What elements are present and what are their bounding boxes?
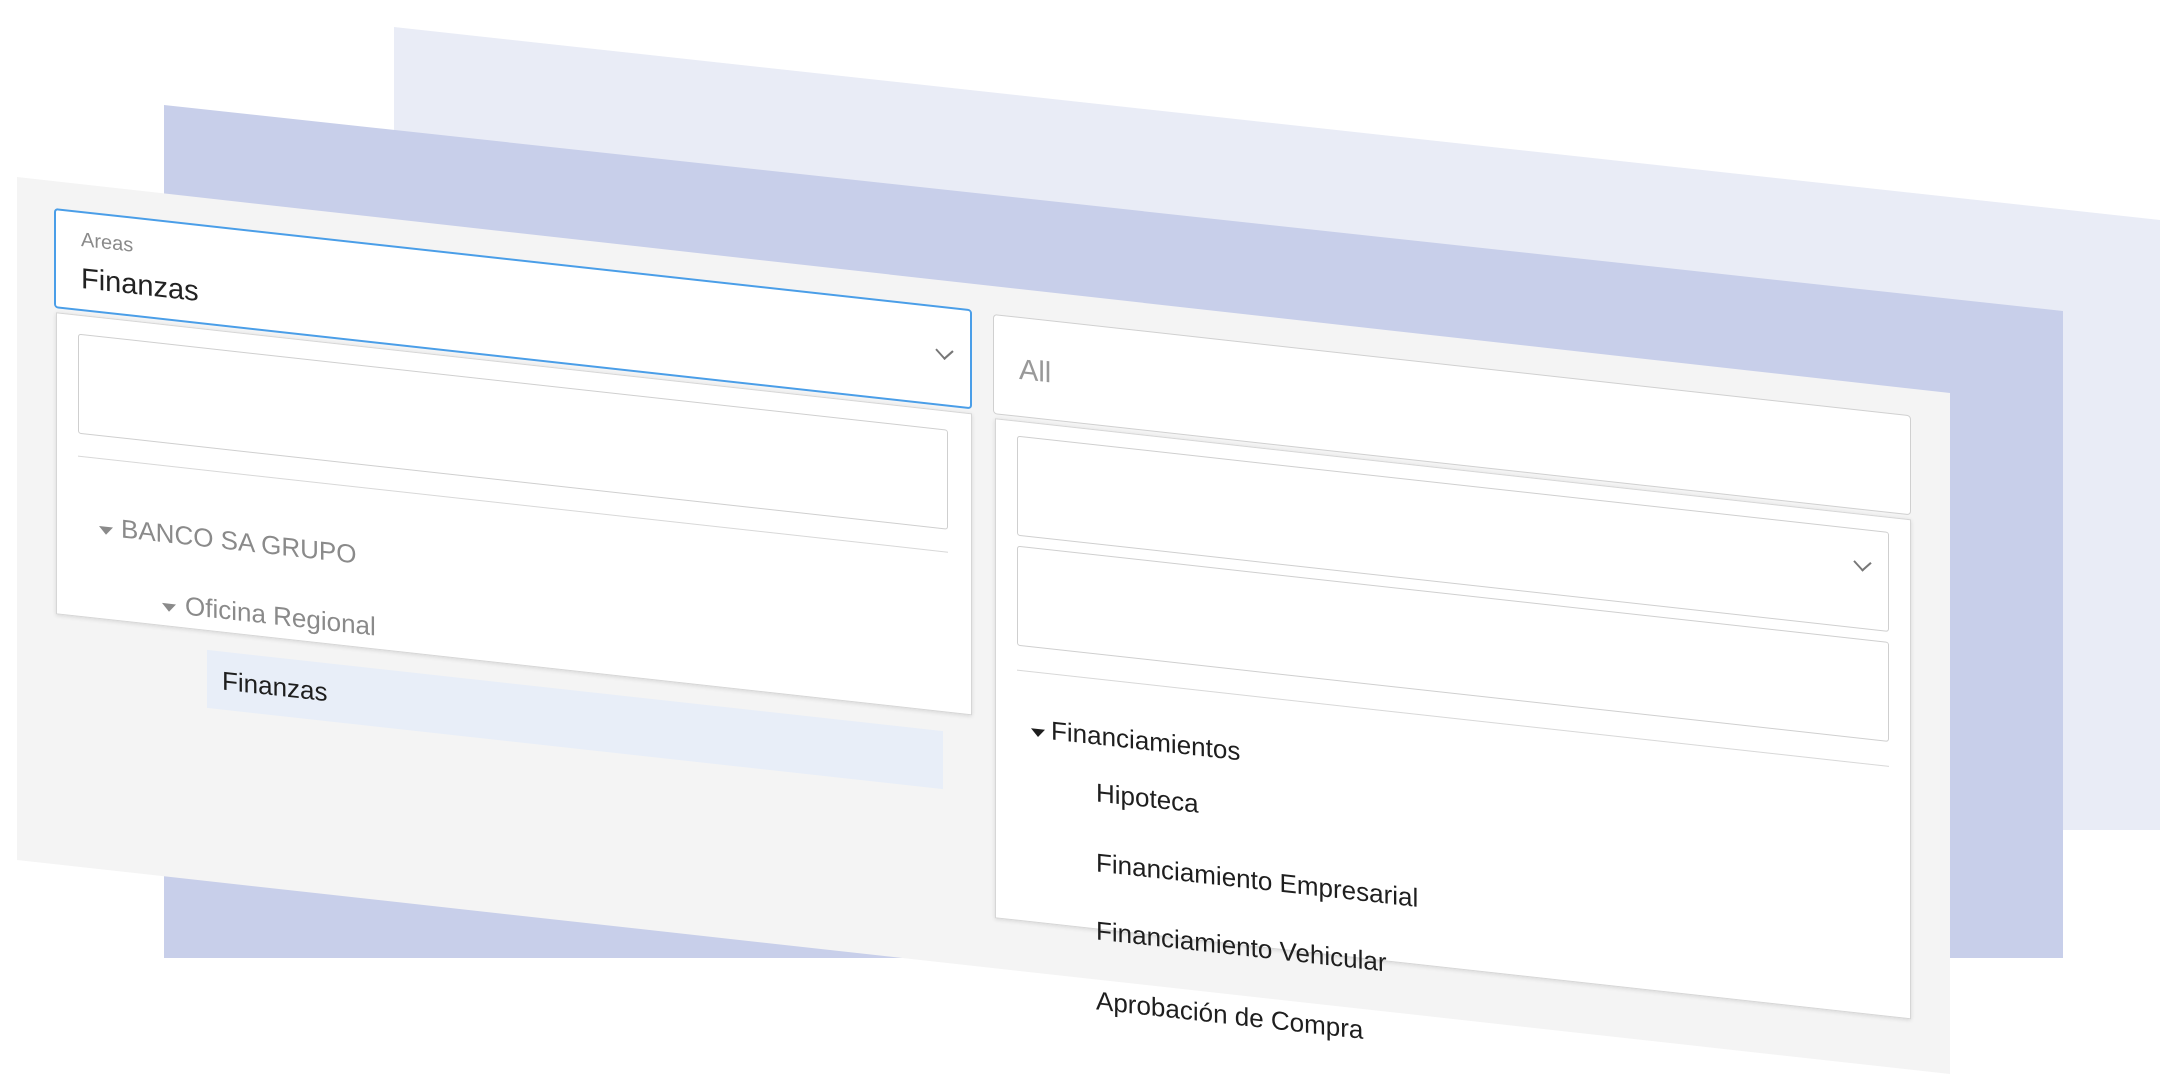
tree-node-selected[interactable] bbox=[207, 649, 943, 790]
list-item[interactable]: Financiamiento Empresarial bbox=[1096, 847, 1418, 914]
tree-node-child[interactable]: Oficina Regional bbox=[185, 590, 376, 642]
scene: Areas Finanzas BANCO SA GRUPO Oficina Re… bbox=[0, 0, 2160, 1074]
tree-node-group[interactable]: Financiamientos bbox=[1051, 715, 1240, 767]
areas-value: Finanzas bbox=[81, 262, 199, 308]
list-item[interactable]: Hipoteca bbox=[1096, 777, 1199, 819]
chevron-down-icon[interactable] bbox=[1853, 553, 1872, 572]
caret-down-icon[interactable] bbox=[1031, 728, 1045, 738]
caret-down-icon[interactable] bbox=[99, 525, 113, 536]
type-value: All bbox=[1019, 353, 1052, 390]
caret-down-icon[interactable] bbox=[162, 602, 176, 613]
areas-column: Areas Finanzas BANCO SA GRUPO Oficina Re… bbox=[54, 208, 974, 930]
type-dropdown-panel: Financiamientos Hipoteca Financiamiento … bbox=[995, 418, 1911, 1045]
tree-node-root[interactable]: BANCO SA GRUPO bbox=[121, 513, 357, 570]
type-column: All Financiamientos Hipoteca Financiamie… bbox=[993, 314, 1913, 1045]
chevron-down-icon[interactable] bbox=[935, 341, 954, 361]
areas-label: Areas bbox=[81, 228, 134, 257]
